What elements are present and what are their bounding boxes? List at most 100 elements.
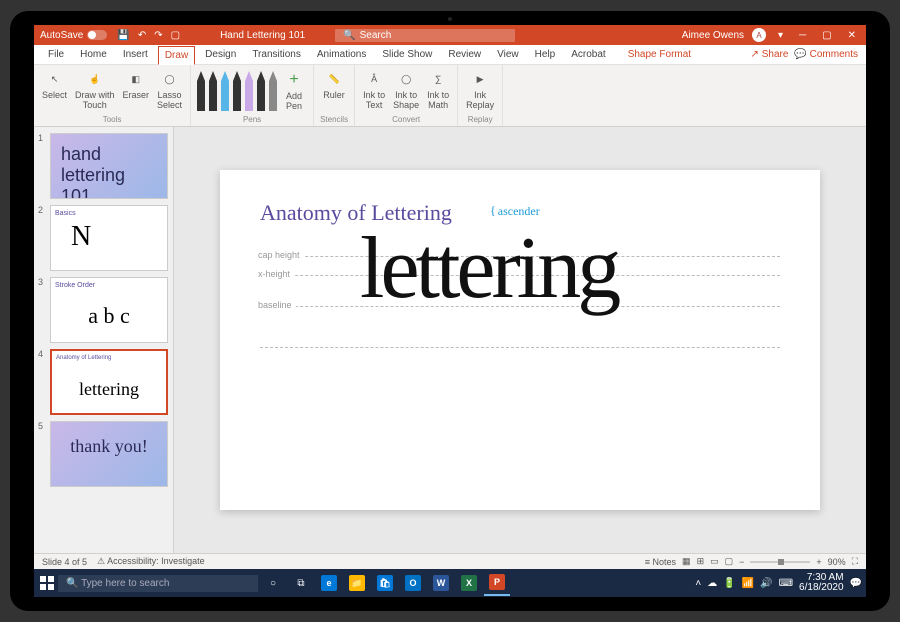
tab-draw[interactable]: Draw (158, 46, 195, 65)
ribbon-options-icon[interactable]: ▾ (774, 30, 787, 41)
tab-design[interactable]: Design (199, 46, 242, 63)
tab-view[interactable]: View (491, 46, 525, 63)
ink-to-text-button[interactable]: A̐Ink to Text (361, 68, 387, 112)
onedrive-icon[interactable]: ☁ (707, 578, 717, 589)
close-icon[interactable]: ✕ (844, 30, 860, 41)
ink-shape-icon: ◯ (397, 70, 415, 88)
notifications-icon[interactable]: 💬 (850, 578, 862, 589)
present-icon[interactable]: ▢ (171, 30, 180, 41)
pen-black-3[interactable] (233, 71, 241, 111)
tab-help[interactable]: Help (529, 46, 562, 63)
battery-icon[interactable]: 🔋 (723, 578, 735, 589)
pen-black[interactable] (197, 71, 205, 111)
slide-counter[interactable]: Slide 4 of 5 (42, 557, 87, 567)
zoom-out-icon[interactable]: − (739, 557, 744, 567)
lasso-icon: ◯ (161, 70, 179, 88)
powerpoint-icon[interactable]: P (484, 570, 510, 596)
tab-shape-format[interactable]: Shape Format (622, 46, 697, 63)
tab-review[interactable]: Review (442, 46, 487, 63)
excel-icon[interactable]: X (456, 570, 482, 596)
word-icon[interactable]: W (428, 570, 454, 596)
edge-icon[interactable]: e (316, 570, 342, 596)
group-label: Replay (468, 115, 493, 124)
save-icon[interactable]: 💾 (117, 30, 129, 41)
thumbnail-2[interactable]: BasicsN (50, 205, 168, 271)
tab-transitions[interactable]: Transitions (246, 46, 307, 63)
touch-icon: ☝ (86, 70, 104, 88)
accessibility-checker[interactable]: ⚠ Accessibility: Investigate (97, 556, 205, 567)
explorer-icon[interactable]: 📁 (344, 570, 370, 596)
start-button[interactable] (38, 574, 56, 592)
eraser-button[interactable]: ◧Eraser (121, 68, 152, 102)
user-avatar[interactable]: A (752, 28, 766, 42)
maximize-icon[interactable]: ▢ (818, 30, 835, 41)
ruler-button[interactable]: 📏Ruler (321, 68, 347, 102)
cortana-icon[interactable]: ○ (260, 570, 286, 596)
zoom-in-icon[interactable]: + (816, 557, 821, 567)
thumbnail-3[interactable]: Stroke Ordera b c (50, 277, 168, 343)
tab-file[interactable]: File (42, 46, 70, 63)
redo-icon[interactable]: ↷ (154, 30, 162, 41)
tab-acrobat[interactable]: Acrobat (565, 46, 611, 63)
pen-gray[interactable] (269, 71, 277, 111)
select-button[interactable]: ↖Select (40, 68, 69, 102)
tab-insert[interactable]: Insert (117, 46, 154, 63)
workspace: 1 hand lettering101 2 BasicsN 3 Stroke O… (34, 127, 866, 553)
store-icon[interactable]: 🛍 (372, 570, 398, 596)
sorter-view-icon[interactable]: ⊞ (697, 556, 705, 567)
tab-slideshow[interactable]: Slide Show (376, 46, 438, 63)
undo-icon[interactable]: ↶ (138, 30, 146, 41)
group-label: Pens (243, 115, 261, 124)
group-label: Convert (392, 115, 420, 124)
ink-math-icon: ∑ (429, 70, 447, 88)
taskbar-search[interactable]: 🔍 Type here to search (58, 575, 258, 592)
outlook-icon[interactable]: O (400, 570, 426, 596)
comments-button[interactable]: 💬 Comments (794, 49, 858, 60)
x-height-label: x-height (258, 269, 294, 279)
ribbon: ↖Select ☝Draw with Touch ◧Eraser ◯Lasso … (34, 65, 866, 127)
tab-home[interactable]: Home (74, 46, 113, 63)
wifi-icon[interactable]: 📶 (742, 578, 754, 589)
baseline-label: baseline (258, 300, 296, 310)
notes-button[interactable]: ≡ Notes (645, 557, 676, 567)
lasso-button[interactable]: ◯Lasso Select (155, 68, 184, 112)
ink-to-shape-button[interactable]: ◯Ink to Shape (391, 68, 421, 112)
tray-chevron-icon[interactable]: ˄ (695, 578, 701, 589)
draw-touch-button[interactable]: ☝Draw with Touch (73, 68, 117, 112)
share-button[interactable]: ↗ Share (751, 49, 789, 60)
reading-view-icon[interactable]: ▭ (710, 556, 719, 567)
fit-window-icon[interactable]: ⛶ (852, 556, 858, 567)
minimize-icon[interactable]: ─ (795, 30, 810, 41)
pen-blue[interactable] (221, 71, 229, 111)
ruler-icon: 📏 (325, 70, 343, 88)
slide-canvas[interactable]: Anatomy of Lettering cap height x-height… (174, 127, 866, 553)
task-view-icon[interactable]: ⧉ (288, 570, 314, 596)
ink-to-math-button[interactable]: ∑Ink to Math (425, 68, 451, 112)
volume-icon[interactable]: 🔊 (760, 578, 772, 589)
lettering-word: lettering (360, 218, 617, 319)
search-box[interactable]: 🔍 Search (335, 29, 515, 42)
document-title: Hand Lettering 101 (220, 30, 305, 41)
zoom-slider[interactable] (750, 561, 810, 563)
zoom-level[interactable]: 90% (828, 557, 846, 567)
eraser-icon: ◧ (127, 70, 145, 88)
normal-view-icon[interactable]: ▦ (682, 556, 691, 567)
slide-thumbnails: 1 hand lettering101 2 BasicsN 3 Stroke O… (34, 127, 174, 553)
input-icon[interactable]: ⌨ (779, 578, 793, 589)
pen-purple[interactable] (245, 71, 253, 111)
thumbnail-5[interactable]: thank you! (50, 421, 168, 487)
tab-animations[interactable]: Animations (311, 46, 372, 63)
taskbar-date[interactable]: 6/18/2020 (799, 583, 844, 593)
plus-icon: + (285, 71, 303, 89)
windows-taskbar: 🔍 Type here to search ○ ⧉ e 📁 🛍 O W X P … (34, 569, 866, 597)
group-label: Stencils (320, 115, 348, 124)
pen-black-4[interactable] (257, 71, 265, 111)
ink-replay-button[interactable]: ▶Ink Replay (464, 68, 496, 112)
slideshow-view-icon[interactable]: ▢ (725, 556, 734, 567)
pen-black-2[interactable] (209, 71, 217, 111)
add-pen-button[interactable]: +Add Pen (281, 69, 307, 113)
autosave-toggle[interactable]: AutoSave (40, 30, 107, 41)
thumbnail-1[interactable]: hand lettering101 (50, 133, 168, 199)
user-name[interactable]: Aimee Owens (682, 30, 744, 41)
thumbnail-4[interactable]: Anatomy of Letteringlettering (50, 349, 168, 415)
